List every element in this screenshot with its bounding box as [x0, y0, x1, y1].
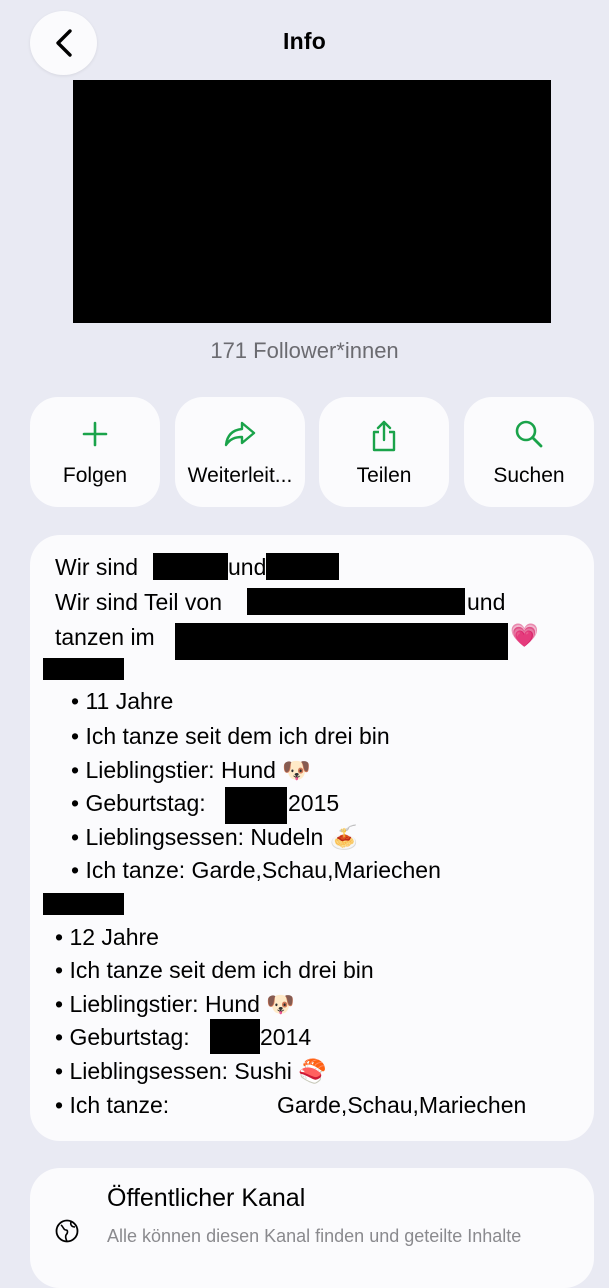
desc-line3-start: tanzen im [55, 624, 155, 650]
channel-type-subtitle: Alle können diesen Kanal finden und gete… [107, 1226, 522, 1246]
public-channel-info[interactable]: Öffentlicher Kanal Alle können diesen Ka… [30, 1168, 594, 1288]
dance-styles: Garde,Schau,Mariechen [277, 1092, 527, 1118]
search-button[interactable]: Suchen [464, 397, 594, 507]
list-item: • Lieblingstier: Hund 🐶 [71, 757, 311, 783]
channel-type-title: Öffentlicher Kanal [107, 1184, 306, 1212]
heart-emoji: 💗 [510, 622, 539, 648]
redacted-name [266, 553, 339, 580]
action-bar: Folgen Weiterleit... Teilen Suchen [30, 397, 594, 507]
redacted-venue [175, 623, 508, 660]
channel-description: Wir sind und Wir sind Teil von und tanze… [30, 535, 594, 1141]
forward-arrow-icon [224, 421, 256, 447]
list-item: • Ich tanze seit dem ich drei bin [71, 723, 390, 749]
redacted-group [247, 588, 465, 615]
list-item: • Geburtstag: [71, 790, 206, 816]
redacted-birthdate [210, 1019, 260, 1054]
desc-line2-and: und [467, 589, 506, 615]
page-title: Info [283, 28, 326, 54]
list-item: • Ich tanze: [55, 1092, 170, 1118]
redacted-person-name [43, 893, 124, 915]
desc-line1-start: Wir sind [55, 554, 139, 580]
forward-button[interactable]: Weiterleit... [175, 397, 305, 507]
share-label: Teilen [356, 464, 412, 487]
list-item: • Lieblingsessen: Sushi 🍣 [55, 1058, 327, 1084]
desc-line2-start: Wir sind Teil von [55, 589, 223, 615]
list-item: • Lieblingsessen: Nudeln 🍝 [71, 824, 359, 850]
list-item: • Ich tanze seit dem ich drei bin [55, 957, 374, 983]
follower-count: 171 Follower*innen [210, 338, 399, 363]
desc-line1-and: und [228, 554, 267, 580]
public-globe-icon [55, 1219, 79, 1243]
redacted-person-name [43, 658, 124, 680]
redacted-name [153, 553, 228, 580]
follow-label: Folgen [62, 464, 128, 487]
follow-button[interactable]: Folgen [30, 397, 160, 507]
search-label: Suchen [493, 464, 565, 487]
list-item: • Lieblingstier: Hund 🐶 [55, 991, 295, 1017]
channel-image-redacted [73, 80, 551, 323]
plus-icon [82, 421, 108, 447]
list-item: • 11 Jahre [71, 688, 174, 714]
list-item: • Ich tanze: Garde,Schau,Mariechen [71, 857, 441, 883]
share-button[interactable]: Teilen [319, 397, 449, 507]
forward-label: Weiterleit... [187, 464, 293, 487]
redacted-birthdate [225, 787, 287, 824]
birth-year: 2015 [288, 790, 340, 816]
search-icon [515, 420, 543, 448]
share-icon [372, 420, 396, 452]
birth-year: 2014 [260, 1024, 312, 1050]
list-item: • 12 Jahre [55, 924, 159, 950]
list-item: • Geburtstag: [55, 1024, 190, 1050]
